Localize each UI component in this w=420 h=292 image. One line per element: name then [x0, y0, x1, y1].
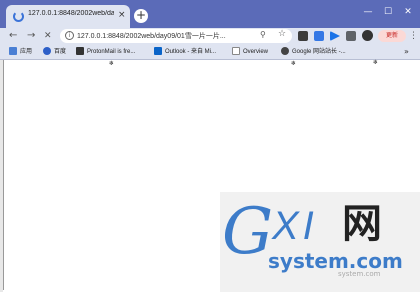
google-webmaster-icon	[281, 47, 289, 56]
close-window-button[interactable]: ✕	[400, 5, 416, 19]
watermark-logo: G XI 网 system.com system.com	[220, 192, 420, 292]
bookmark-apps[interactable]: 应用	[9, 46, 32, 58]
baidu-icon	[43, 47, 51, 56]
url-text[interactable]: 127.0.0.1:8848/2002web/day09/01雪一片一片...	[77, 31, 247, 41]
tab-active[interactable]: 127.0.0.1:8848/2002web/day09/ ×	[6, 5, 130, 28]
address-bar[interactable]: i 127.0.0.1:8848/2002web/day09/01雪一片一片..…	[60, 29, 292, 43]
extension-play-icon[interactable]	[330, 31, 340, 41]
info-icon[interactable]: i	[65, 31, 74, 40]
tab-strip: 127.0.0.1:8848/2002web/day09/ × + — ☐ ✕	[0, 0, 420, 28]
bookmark-outlook[interactable]: Outlook - 来自 Mi...	[154, 46, 216, 58]
extension-blue-icon[interactable]	[314, 31, 324, 41]
stop-loading-button[interactable]: ✕	[44, 29, 52, 43]
extensions-puzzle-icon[interactable]	[346, 31, 356, 41]
forward-button[interactable]: →	[27, 29, 35, 43]
snowflake-icon: ❄	[373, 59, 379, 66]
maximize-button[interactable]: ☐	[380, 5, 396, 19]
snowflake-icon: ❄	[109, 60, 115, 67]
outlook-icon	[154, 47, 162, 56]
minimize-button[interactable]: —	[360, 5, 376, 19]
bookmark-google-webmaster[interactable]: Google 网站站长 -...	[281, 46, 346, 58]
tab-title: 127.0.0.1:8848/2002web/day09/	[28, 10, 114, 17]
bookmark-overview[interactable]: Overview	[232, 46, 268, 58]
lock-icon	[76, 47, 84, 56]
update-button[interactable]: 更新	[378, 30, 406, 42]
watermark-subtext: system.com	[338, 270, 381, 278]
toolbar: ← → ✕ i 127.0.0.1:8848/2002web/day09/01雪…	[0, 28, 420, 44]
menu-icon[interactable]: ⋮	[409, 29, 418, 43]
watermark-domain: system.com	[268, 249, 403, 273]
page-icon	[232, 47, 240, 56]
bookmark-star-icon[interactable]: ☆	[278, 29, 286, 39]
bookmark-baidu[interactable]: 百度	[43, 46, 66, 58]
snowflake-icon: ❄	[291, 60, 297, 67]
watermark-wang: 网	[342, 201, 382, 247]
new-tab-button[interactable]: +	[134, 9, 148, 23]
extension-folder-icon[interactable]	[298, 31, 308, 41]
loading-spinner-icon	[13, 11, 24, 22]
watermark-g: G	[222, 195, 274, 269]
bookmarks-overflow-button[interactable]: »	[404, 46, 409, 58]
apps-grid-icon	[9, 47, 17, 56]
watermark-xi: XI	[272, 204, 318, 248]
bookmark-protonmail[interactable]: ProtonMail is fre...	[76, 46, 135, 58]
profile-avatar[interactable]	[362, 30, 373, 41]
tab-close-icon[interactable]: ×	[118, 9, 126, 21]
bookmarks-bar: 应用 百度 ProtonMail is fre... Outlook - 来自 …	[0, 44, 420, 60]
back-button[interactable]: ←	[9, 29, 17, 43]
browser-window: 127.0.0.1:8848/2002web/day09/ × + — ☐ ✕ …	[0, 0, 420, 292]
zoom-icon[interactable]: ⚲	[260, 30, 266, 39]
